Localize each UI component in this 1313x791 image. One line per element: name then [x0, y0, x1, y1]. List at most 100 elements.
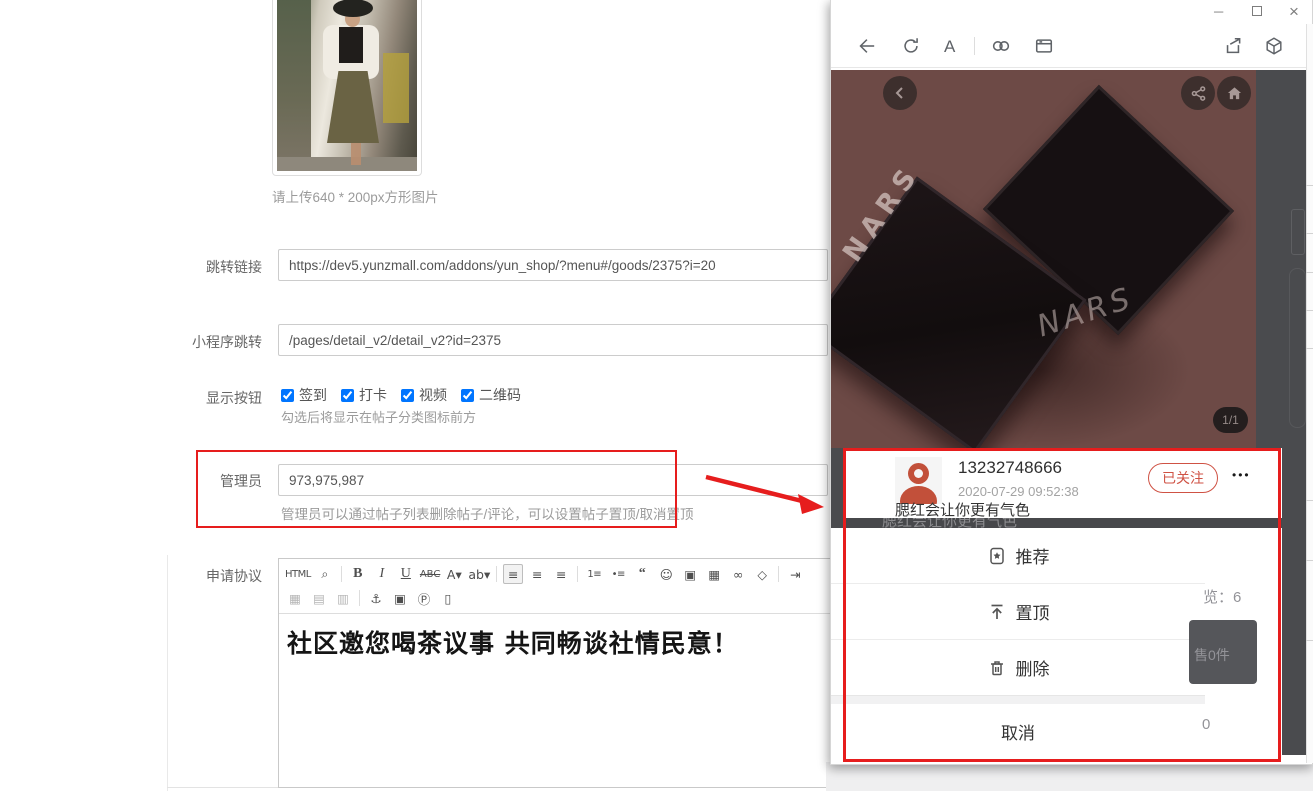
maximize-button[interactable] [1252, 6, 1262, 16]
show-buttons-label: 显示按钮 [152, 388, 262, 408]
fragment-views: 览：6 [1203, 586, 1241, 607]
miniapp-jump-label: 小程序跳转 [152, 332, 262, 352]
miniapp-jump-input[interactable] [278, 324, 828, 356]
share-circle-button[interactable] [1181, 76, 1215, 110]
photo-wall [277, 0, 311, 171]
strip-tick [1306, 233, 1313, 234]
strip-tick [1306, 640, 1313, 641]
italic-icon[interactable]: I [372, 564, 392, 584]
uploaded-photo [277, 0, 417, 171]
remove-format-icon[interactable]: ◇ [752, 564, 772, 584]
home-circle-button[interactable] [1217, 76, 1251, 110]
menu-item-pin-top-label: 置顶 [1016, 599, 1050, 624]
menu-item-recommend-label: 推荐 [1016, 543, 1050, 568]
table-icon[interactable]: ▦ [285, 588, 305, 608]
checkbox-clockin-label: 打卡 [359, 385, 387, 405]
upload-caption: 请上传640 * 200px方形图片 [272, 186, 439, 206]
desktop-under-window [826, 762, 1313, 791]
link-icon[interactable] [991, 36, 1011, 56]
align-right-icon[interactable]: ≡ [551, 564, 571, 584]
photo-hat [333, 0, 373, 17]
bold-icon[interactable]: B [348, 564, 368, 584]
ordered-list-icon[interactable]: 1≡ [584, 564, 604, 584]
upload-image-box[interactable] [272, 0, 422, 176]
dim-float-widget-small [1291, 209, 1305, 255]
minimize-button[interactable]: ─ [1214, 5, 1223, 18]
dim-right-sliver [1282, 448, 1306, 755]
paste-icon[interactable]: ▯ [438, 588, 458, 608]
link-icon[interactable]: ∞ [728, 564, 748, 584]
align-left-icon[interactable]: ≡ [503, 564, 523, 584]
align-center-icon[interactable]: ≡ [527, 564, 547, 584]
image-frame-icon[interactable]: ▣ [390, 588, 410, 608]
share-icon[interactable] [1223, 36, 1243, 56]
photo-ground [277, 157, 417, 171]
underline-icon[interactable]: U [396, 564, 416, 584]
post-text: 腮红会让你更有气色 [895, 499, 1030, 518]
blockquote-icon[interactable]: “ [632, 564, 652, 584]
editor-toolbar: HTML ⌕ B I U ABC A▾ ab▾ ≡ ≡ ≡ 1≡ •≡ “ ☺ … [279, 559, 831, 613]
html-source-icon[interactable]: HTML [285, 564, 311, 584]
checkbox-video-label: 视频 [419, 385, 447, 405]
strikethrough-icon[interactable]: ABC [420, 564, 441, 584]
admin-helper: 管理员可以通过帖子列表删除帖子/评论，可以设置帖子置顶/取消置顶 [281, 503, 694, 523]
left-panel-divider [167, 555, 168, 791]
menu-item-delete-label: 删除 [1016, 655, 1050, 680]
strip-tick [1306, 348, 1313, 349]
jump-link-input[interactable] [278, 249, 828, 281]
font-color-icon[interactable]: A▾ [444, 564, 464, 584]
menu-item-recommend[interactable]: 推荐 [831, 528, 1205, 583]
strip-tick [1306, 310, 1313, 311]
highlight-icon[interactable]: ab▾ [468, 564, 490, 584]
indent-icon[interactable]: ⇥ [785, 564, 805, 584]
anchor-icon[interactable]: ⚓ [366, 588, 386, 608]
back-icon[interactable] [856, 36, 876, 56]
browser-window-icon[interactable] [1034, 36, 1054, 56]
annotation-arrow [690, 458, 840, 528]
followed-button[interactable]: 已关注 [1148, 463, 1218, 493]
cube-icon[interactable] [1264, 36, 1284, 56]
menu-item-cancel[interactable]: 取消 [831, 704, 1205, 759]
toolbar-divider [974, 37, 975, 55]
action-sheet: 推荐 置顶 删除 取消 [831, 528, 1205, 759]
more-options-button[interactable]: ••• [1232, 468, 1251, 482]
insert-media-icon[interactable]: ▦ [704, 564, 724, 584]
post-hero-image: NARS NARS 1/1 [831, 70, 1256, 448]
sheet-gap [831, 695, 1205, 704]
unordered-list-icon[interactable]: •≡ [608, 564, 628, 584]
checkbox-qrcode[interactable] [461, 389, 474, 402]
photo-skirt [327, 71, 379, 143]
table-row-icon[interactable]: ▤ [309, 588, 329, 608]
back-circle-button[interactable] [883, 76, 917, 110]
menu-item-pin-top[interactable]: 置顶 [831, 584, 1205, 639]
editor-content[interactable]: 社区邀您喝茶议事 共同畅谈社情民意！ [279, 613, 831, 670]
rich-text-editor: HTML ⌕ B I U ABC A▾ ab▾ ≡ ≡ ≡ 1≡ •≡ “ ☺ … [278, 558, 832, 788]
recommend-icon [987, 546, 1007, 566]
strip-tick [1306, 560, 1313, 561]
checkbox-signin[interactable] [281, 389, 294, 402]
table-col-icon[interactable]: ▥ [333, 588, 353, 608]
print-icon[interactable]: Ⓟ [414, 588, 434, 608]
close-button[interactable]: × [1289, 3, 1299, 20]
dim-strip: 腮红会让你更有气色 [844, 518, 1282, 528]
jump-link-label: 跳转链接 [152, 257, 262, 277]
editor-heading: 社区邀您喝茶议事 共同畅谈社情民意！ [287, 624, 823, 660]
emoji-icon[interactable]: ☺ [656, 564, 676, 584]
fragment-count: 0 [1202, 716, 1210, 733]
preview-window: ─ × A [830, 0, 1313, 765]
avatar[interactable] [895, 457, 942, 504]
post-username: 13232748666 [958, 458, 1062, 478]
checkbox-clockin[interactable] [341, 389, 354, 402]
preview-icon[interactable]: ⌕ [315, 564, 335, 584]
menu-item-delete[interactable]: 删除 [831, 640, 1205, 695]
refresh-icon[interactable] [901, 36, 921, 56]
show-buttons-helper: 勾选后将显示在帖子分类图标前方 [281, 407, 476, 426]
insert-image-icon[interactable]: ▣ [680, 564, 700, 584]
post-user-row: 13232748666 2020-07-29 09:52:38 已关注 ••• … [844, 448, 1282, 518]
window-toolbar: A [831, 24, 1312, 68]
font-icon[interactable]: A [944, 37, 955, 57]
checkbox-signin-label: 签到 [299, 385, 327, 405]
strip-tick [1306, 272, 1313, 273]
editor-toolbar-row2: ▦ ▤ ▥ ⚓ ▣ Ⓟ ▯ [285, 587, 825, 609]
checkbox-video[interactable] [401, 389, 414, 402]
